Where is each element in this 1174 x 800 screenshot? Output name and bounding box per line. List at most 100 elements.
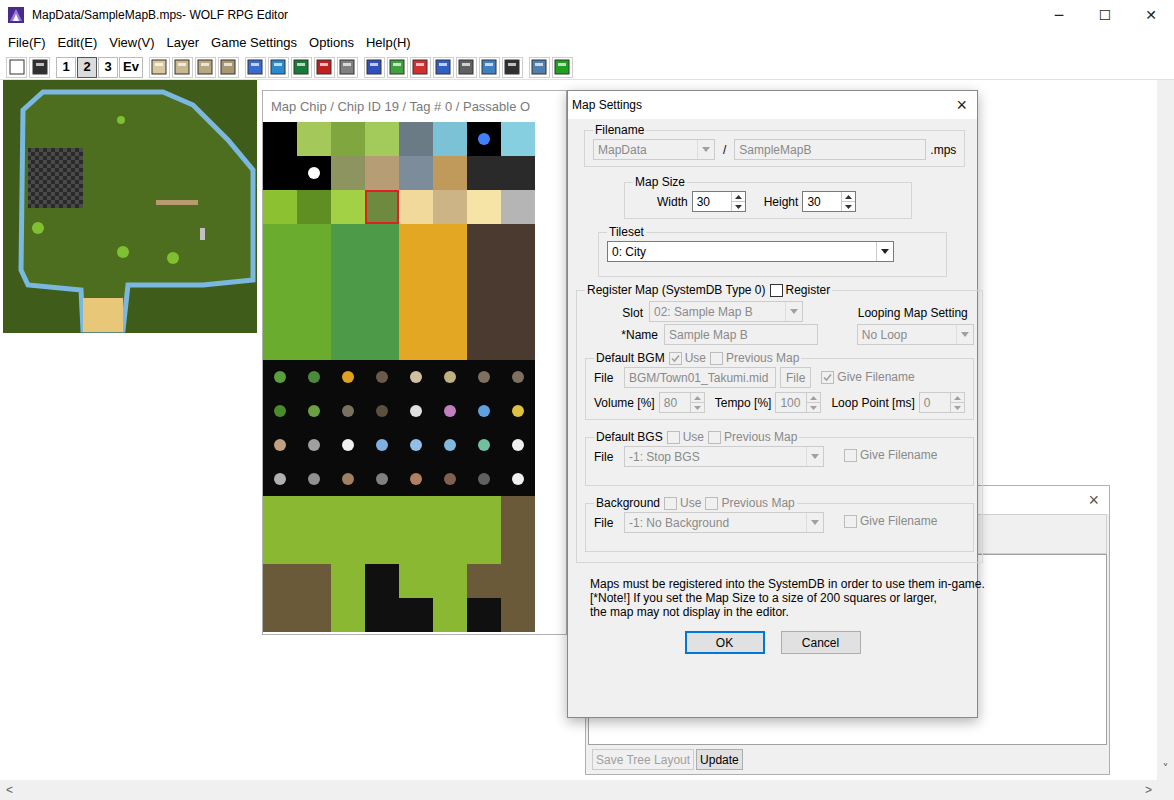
map-chip[interactable] [467,122,501,156]
map-chip[interactable] [433,394,467,428]
map-chip[interactable] [297,156,331,190]
map-chip[interactable] [467,156,501,190]
vertical-scrollbar[interactable]: ˅ [1157,80,1174,780]
map-chip[interactable] [399,156,433,190]
toolbar-button[interactable] [337,57,358,78]
map-chip[interactable] [365,394,399,428]
spin-up[interactable] [951,393,964,403]
slot-select[interactable]: 02: Sample Map B [649,301,803,322]
map-chip[interactable] [331,462,365,496]
loop-point-spin[interactable]: 0 [919,392,965,413]
map-chip[interactable] [501,530,535,564]
toolbar-button[interactable] [268,57,289,78]
bgs-file-select-button[interactable] [806,447,823,466]
layer-button[interactable]: Ev [119,57,143,78]
folder-select[interactable]: MapData [593,139,715,160]
map-chip[interactable] [263,462,297,496]
toolbar-button[interactable] [456,57,477,78]
arrow-down-icon[interactable] [735,205,742,209]
toolbar-button[interactable] [387,57,408,78]
filename-field[interactable]: SampleMapB [734,139,926,160]
map-chip[interactable] [501,292,535,326]
layer-button[interactable]: 3 [98,57,118,78]
map-chip[interactable] [263,564,297,598]
map-chip[interactable] [433,428,467,462]
map-chip[interactable] [399,462,433,496]
bgm-previous-checkbox-box[interactable] [710,352,723,365]
map-chip[interactable] [501,564,535,598]
map-chip[interactable] [297,564,331,598]
map-chip[interactable] [297,530,331,564]
map-chip[interactable] [263,224,297,258]
arrow-up-icon[interactable] [810,396,817,400]
tree-window-button[interactable]: Save Tree Layout [592,749,694,770]
bgs-use-checkbox[interactable]: Use [667,428,704,446]
map-chip[interactable] [399,530,433,564]
map-chip[interactable] [501,326,535,360]
arrow-up-icon[interactable] [954,396,961,400]
toolbar-button[interactable] [552,57,573,78]
map-chip[interactable] [365,496,399,530]
map-chip[interactable] [433,326,467,360]
bgs-previous-checkbox-box[interactable] [708,431,721,444]
tempo-spin-arrows[interactable] [806,393,820,412]
map-chip[interactable] [297,224,331,258]
map-chip[interactable] [297,122,331,156]
menu-item[interactable]: Edit(E) [52,33,104,53]
map-chip[interactable] [331,360,365,394]
bgm-previous-checkbox[interactable]: Previous Map [710,349,799,367]
map-chip[interactable] [331,496,365,530]
map-chip[interactable] [399,496,433,530]
tileset-select-button[interactable] [876,242,893,261]
arrow-down-icon[interactable] [810,406,817,410]
map-chip[interactable] [501,156,535,190]
map-chip[interactable] [297,190,331,224]
map-chip[interactable] [501,258,535,292]
map-chip[interactable] [433,496,467,530]
width-spin-arrows[interactable] [731,192,745,211]
map-chip[interactable] [501,190,535,224]
map-chip[interactable] [365,428,399,462]
arrow-up-icon[interactable] [735,195,742,199]
toolbar-button[interactable] [29,57,50,78]
map-chip[interactable] [365,224,399,258]
map-chip[interactable] [399,360,433,394]
map-chip[interactable] [501,224,535,258]
window-control-button[interactable]: ✕ [1128,0,1174,30]
menu-item[interactable]: Layer [161,33,206,53]
menu-item[interactable]: File(F) [2,33,52,53]
bgs-file-select[interactable]: -1: Stop BGS [624,446,824,467]
map-chip[interactable] [365,258,399,292]
map-chip[interactable] [331,122,365,156]
map-chip[interactable] [501,394,535,428]
register-checkbox-box[interactable] [770,284,783,297]
map-chip[interactable] [399,564,433,598]
bgm-give-filename-checkbox-box[interactable] [821,371,834,384]
map-chip[interactable] [331,428,365,462]
bgm-give-filename-checkbox[interactable]: Give Filename [821,368,914,386]
loop-point-spin-arrows[interactable] [950,393,964,412]
bgm-use-checkbox[interactable]: Use [669,349,706,367]
tileset-select[interactable]: 0: City [607,241,894,262]
map-chip[interactable] [399,598,433,632]
map-chip[interactable] [467,394,501,428]
map-chip[interactable] [263,360,297,394]
map-chip[interactable] [433,598,467,632]
map-chip[interactable] [297,428,331,462]
dialog-close[interactable]: × [956,92,967,119]
spin-down[interactable] [951,403,964,412]
background-give-filename-checkbox[interactable]: Give Filename [844,512,937,530]
map-chip[interactable] [297,462,331,496]
map-chip[interactable] [467,292,501,326]
map-chip[interactable] [467,598,501,632]
map-chip[interactable] [365,598,399,632]
map-chip[interactable] [433,462,467,496]
map-chip[interactable] [399,394,433,428]
map-chip[interactable] [501,598,535,632]
layer-button[interactable]: 1 [56,57,76,78]
map-chip[interactable] [331,326,365,360]
map-chip[interactable] [365,530,399,564]
menu-item[interactable]: View(V) [103,33,160,53]
menu-item[interactable]: Game Settings [205,33,303,53]
map-chip[interactable] [433,122,467,156]
